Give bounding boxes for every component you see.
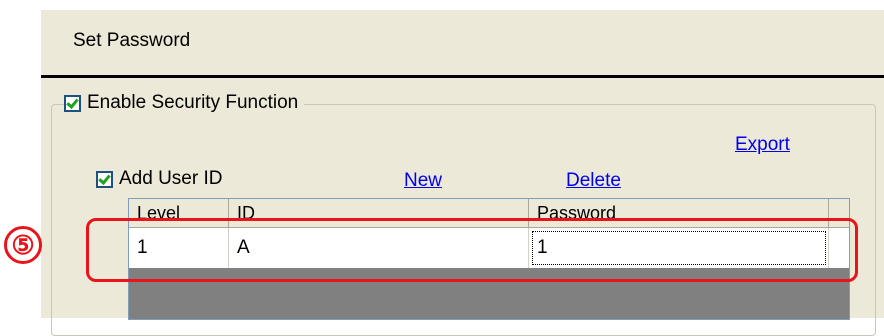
add-user-id-label: Add User ID bbox=[119, 168, 223, 189]
title-divider bbox=[41, 75, 884, 78]
delete-user-link[interactable]: Delete bbox=[566, 170, 621, 192]
enable-security-label: Enable Security Function bbox=[87, 92, 299, 113]
step-marker: ⑤ bbox=[4, 226, 42, 264]
add-user-id-checkbox-row[interactable]: Add User ID bbox=[96, 168, 229, 190]
add-user-id-checkbox[interactable] bbox=[96, 170, 113, 188]
export-link[interactable]: Export bbox=[735, 134, 790, 156]
enable-security-checkbox[interactable] bbox=[64, 94, 81, 112]
enable-security-checkbox-row[interactable]: Enable Security Function bbox=[64, 92, 305, 114]
dialog-title: Set Password bbox=[73, 30, 191, 51]
new-user-link[interactable]: New bbox=[404, 170, 442, 192]
row-highlight-annotation bbox=[86, 218, 858, 282]
